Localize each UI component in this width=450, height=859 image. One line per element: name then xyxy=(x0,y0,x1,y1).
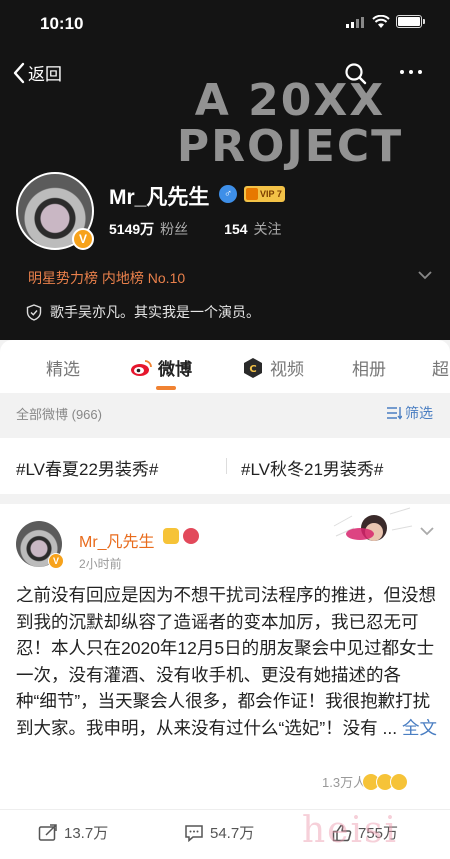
wifi-icon xyxy=(372,15,390,28)
verified-badge-icon: V xyxy=(72,228,94,250)
hashtag-link[interactable]: #LV秋冬21男装秀# xyxy=(241,455,383,480)
followers-count[interactable]: 5149万 xyxy=(109,219,154,239)
thumbs-up-icon xyxy=(332,824,352,841)
repost-count: 13.7万 xyxy=(64,825,109,842)
filter-icon xyxy=(387,407,402,420)
svg-text:C: C xyxy=(249,364,256,375)
more-icon[interactable] xyxy=(400,70,422,74)
hashtag-link[interactable]: #LV春夏22男装秀# xyxy=(16,455,158,480)
profile-bio: 歌手吴亦凡。其实我是一个演员。 xyxy=(26,302,260,322)
male-gender-icon: ♂ xyxy=(219,185,237,203)
comment-button[interactable]: 54.7万 xyxy=(184,822,254,843)
following-count[interactable]: 154 xyxy=(224,221,247,237)
chevron-down-icon[interactable] xyxy=(420,526,434,536)
repost-icon xyxy=(38,823,57,841)
following-label[interactable]: 关注 xyxy=(254,219,282,239)
tab-album[interactable]: 相册 xyxy=(352,355,386,380)
signal-icon xyxy=(346,17,364,28)
search-icon[interactable] xyxy=(344,62,368,86)
repost-button[interactable]: 13.7万 xyxy=(38,822,108,843)
active-tab-indicator xyxy=(156,386,176,390)
comment-count: 54.7万 xyxy=(210,825,255,842)
filter-label: 筛选 xyxy=(405,405,433,421)
tab-weibo[interactable]: 微博 xyxy=(130,355,192,380)
weibo-logo-icon xyxy=(131,359,152,376)
tab-label: 超 xyxy=(432,360,449,379)
comment-icon xyxy=(185,824,203,842)
star-ranking-link[interactable]: 明星势力榜 内地榜 No.10 xyxy=(28,268,185,288)
nav-bar: 返回 xyxy=(0,56,450,92)
feed-filter-bar: 全部微博 (966) 筛选 xyxy=(0,393,450,433)
tab-label: 精选 xyxy=(46,360,80,379)
status-bar: 10:10 xyxy=(0,0,450,46)
tab-video[interactable]: C 视频 xyxy=(242,355,304,380)
like-button[interactable]: 755万 xyxy=(332,822,398,843)
post-body: 之前没有回应是因为不想干扰司法程序的推进，但没想到我的沉默却纵容了造谣者的变本加… xyxy=(16,585,436,738)
vip-badge[interactable]: VIP 7 xyxy=(244,186,285,202)
hashtag-bar: #LV春夏22男装秀# #LV秋冬21男装秀# xyxy=(0,438,450,494)
read-more-link[interactable]: 全文 xyxy=(402,718,437,738)
video-icon: C xyxy=(244,357,262,378)
shield-icon xyxy=(26,303,42,321)
verified-badge-icon: V xyxy=(48,553,64,569)
laughing-emoji-icon xyxy=(390,772,409,791)
profile-header: A 20XX PROJECT 10:10 返回 V Mr_凡先生 ♂ VIP 7… xyxy=(0,0,450,340)
reaction-count: 1.3万人 xyxy=(322,775,367,790)
back-label: 返回 xyxy=(28,65,62,84)
fan-badge-icon xyxy=(163,528,179,544)
reaction-summary[interactable]: 1.3万人 xyxy=(322,772,409,791)
chevron-left-icon xyxy=(13,62,25,83)
battery-icon xyxy=(396,15,425,28)
post-actions: 13.7万 54.7万 755万 xyxy=(0,809,450,849)
profile-tabs: 精选 微博 C 视频 相册 超 xyxy=(0,340,450,393)
followers-label[interactable]: 粉丝 xyxy=(160,219,188,239)
tab-label: 微博 xyxy=(158,360,192,379)
status-time: 10:10 xyxy=(40,14,84,33)
post-time: 2小时前 xyxy=(79,557,122,571)
bio-text: 歌手吴亦凡。其实我是一个演员。 xyxy=(50,304,260,320)
card-decoration-sticker xyxy=(330,506,414,550)
post-author[interactable]: Mr_凡先生 xyxy=(79,528,155,552)
tab-label: 相册 xyxy=(352,360,386,379)
like-count: 755万 xyxy=(358,825,399,842)
profile-name: Mr_凡先生 xyxy=(109,186,210,209)
back-button[interactable]: 返回 xyxy=(12,60,62,85)
tab-featured[interactable]: 精选 xyxy=(46,355,80,380)
post-card: V Mr_凡先生 2小时前 之前没有回应是因为不想干扰司法程序的推进，但没想到我… xyxy=(0,504,450,859)
banner-line-2: PROJECT xyxy=(176,121,404,172)
avatar[interactable]: V xyxy=(16,172,94,250)
decoration-badge-icon xyxy=(183,528,199,544)
divider xyxy=(226,458,227,474)
post-text: 之前没有回应是因为不想干扰司法程序的推进，但没想到我的沉默却纵容了造谣者的变本加… xyxy=(16,582,440,741)
post-avatar[interactable]: V xyxy=(16,521,64,569)
tab-super-topic[interactable]: 超 xyxy=(432,355,449,380)
profile-stats: 5149万 粉丝 154 关注 xyxy=(109,219,318,239)
filter-button[interactable]: 筛选 xyxy=(386,403,433,423)
post-author-badges xyxy=(163,528,199,544)
chevron-down-icon[interactable] xyxy=(418,270,432,280)
all-posts-count[interactable]: 全部微博 (966) xyxy=(16,404,102,423)
tab-label: 视频 xyxy=(270,360,304,379)
